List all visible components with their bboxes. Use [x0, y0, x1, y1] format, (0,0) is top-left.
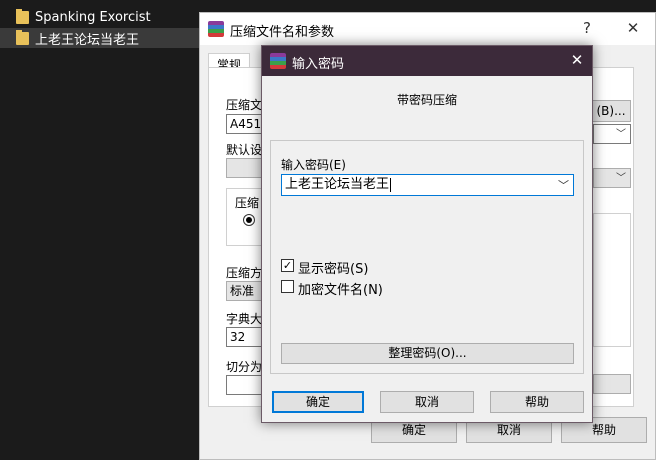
- archive-name-label: 压缩文: [226, 98, 263, 112]
- text-caret: [390, 177, 392, 192]
- dict-size-field[interactable]: 32: [226, 327, 266, 347]
- radio-selected[interactable]: [243, 214, 255, 226]
- enter-password-label: 输入密码(E): [281, 158, 346, 172]
- file-name: Spanking Exorcist: [35, 9, 151, 25]
- file-name: 上老王论坛当老王: [35, 32, 140, 48]
- options-box: [593, 213, 631, 347]
- chevron-down-icon: ﹀: [616, 173, 626, 184]
- compress-method-select[interactable]: 标准: [226, 281, 266, 301]
- folder-icon: [16, 8, 29, 24]
- password-help-button[interactable]: 帮助: [490, 391, 584, 413]
- password-cancel-button[interactable]: 取消: [380, 391, 474, 413]
- help-icon[interactable]: ?: [572, 19, 602, 37]
- chevron-down-icon[interactable]: ﹀: [558, 176, 569, 196]
- show-password-label[interactable]: 显示密码(S): [298, 258, 368, 277]
- profile-select[interactable]: [226, 158, 266, 178]
- password-dialog: 输入密码 ✕ 带密码压缩 输入密码(E) 上老王论坛当老王 ﹀ ✓ 显示密码(S…: [261, 45, 593, 423]
- password-ok-button[interactable]: 确定: [272, 391, 364, 413]
- default-profile-label: 默认设: [226, 143, 263, 157]
- split-field[interactable]: [226, 375, 266, 395]
- file-list-item[interactable]: 上老王论坛当老王: [0, 28, 200, 48]
- folder-icon: [16, 29, 29, 45]
- password-input[interactable]: 上老王论坛当老王 ﹀: [281, 174, 574, 196]
- encrypt-names-label[interactable]: 加密文件名(N): [298, 279, 383, 298]
- archive-format-label: 压缩: [235, 196, 260, 210]
- archive-name-field[interactable]: A4517: [226, 114, 269, 134]
- archive-name-dropdown[interactable]: ﹀: [593, 124, 631, 144]
- winrar-icon: [270, 53, 286, 69]
- main-title: 压缩文件名和参数: [230, 25, 335, 40]
- compress-method-label: 压缩方: [226, 266, 263, 280]
- show-password-checkbox[interactable]: ✓: [281, 259, 294, 272]
- password-titlebar: 输入密码 ✕: [262, 46, 592, 76]
- close-icon[interactable]: ✕: [618, 19, 648, 37]
- organize-passwords-button[interactable]: 整理密码(O)...: [281, 343, 574, 364]
- winrar-icon: [208, 21, 224, 37]
- encrypt-names-checkbox[interactable]: [281, 280, 294, 293]
- profile-dropdown[interactable]: ﹀: [593, 168, 631, 188]
- close-icon[interactable]: ✕: [562, 51, 592, 69]
- chevron-down-icon: ﹀: [616, 129, 626, 140]
- split-label: 切分为: [226, 360, 263, 374]
- password-dialog-title: 输入密码: [292, 57, 345, 72]
- right-field[interactable]: [593, 374, 631, 394]
- dict-size-label: 字典大: [226, 312, 263, 326]
- browse-button[interactable]: (B)...: [591, 100, 631, 122]
- file-list-item[interactable]: Spanking Exorcist: [0, 7, 200, 27]
- main-titlebar: 压缩文件名和参数 ? ✕: [200, 13, 655, 45]
- password-header: 带密码压缩: [396, 93, 457, 107]
